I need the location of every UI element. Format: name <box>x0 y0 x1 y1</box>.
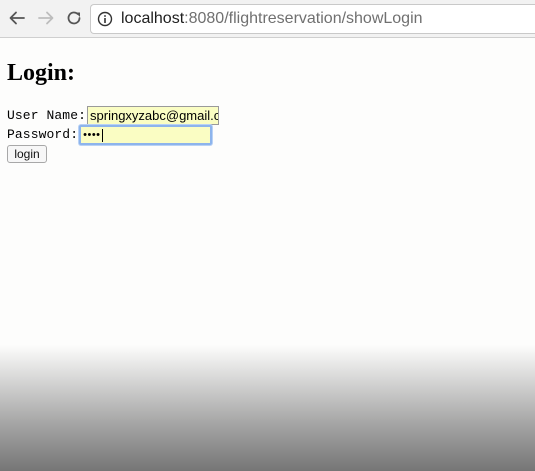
password-mask: •••• <box>83 128 101 141</box>
arrow-right-icon <box>38 11 54 25</box>
url-host: localhost <box>121 10 185 27</box>
text-caret <box>101 128 103 142</box>
username-input[interactable]: springxyzabc@gmail.com <box>87 106 220 125</box>
browser-toolbar: localhost:8080/flightreservation/showLog… <box>0 0 535 38</box>
back-button[interactable] <box>6 7 28 29</box>
password-label: Password: <box>7 127 79 142</box>
username-row: User Name: springxyzabc@gmail.com <box>7 106 220 125</box>
url-path: :8080/flightreservation/showLogin <box>184 10 423 27</box>
login-button[interactable]: login <box>7 145 47 163</box>
address-bar[interactable]: localhost:8080/flightreservation/showLog… <box>90 4 535 34</box>
page-title: Login: <box>7 60 76 86</box>
password-input[interactable]: •••• <box>79 125 213 145</box>
info-circle-icon[interactable] <box>97 11 113 27</box>
reload-button[interactable] <box>63 7 85 29</box>
forward-button[interactable] <box>35 7 57 29</box>
username-label: User Name: <box>7 107 87 123</box>
arrow-left-icon <box>9 11 25 25</box>
reload-icon <box>67 11 81 25</box>
bottom-fade-overlay <box>0 345 535 471</box>
password-row: Password: •••• <box>7 125 213 145</box>
